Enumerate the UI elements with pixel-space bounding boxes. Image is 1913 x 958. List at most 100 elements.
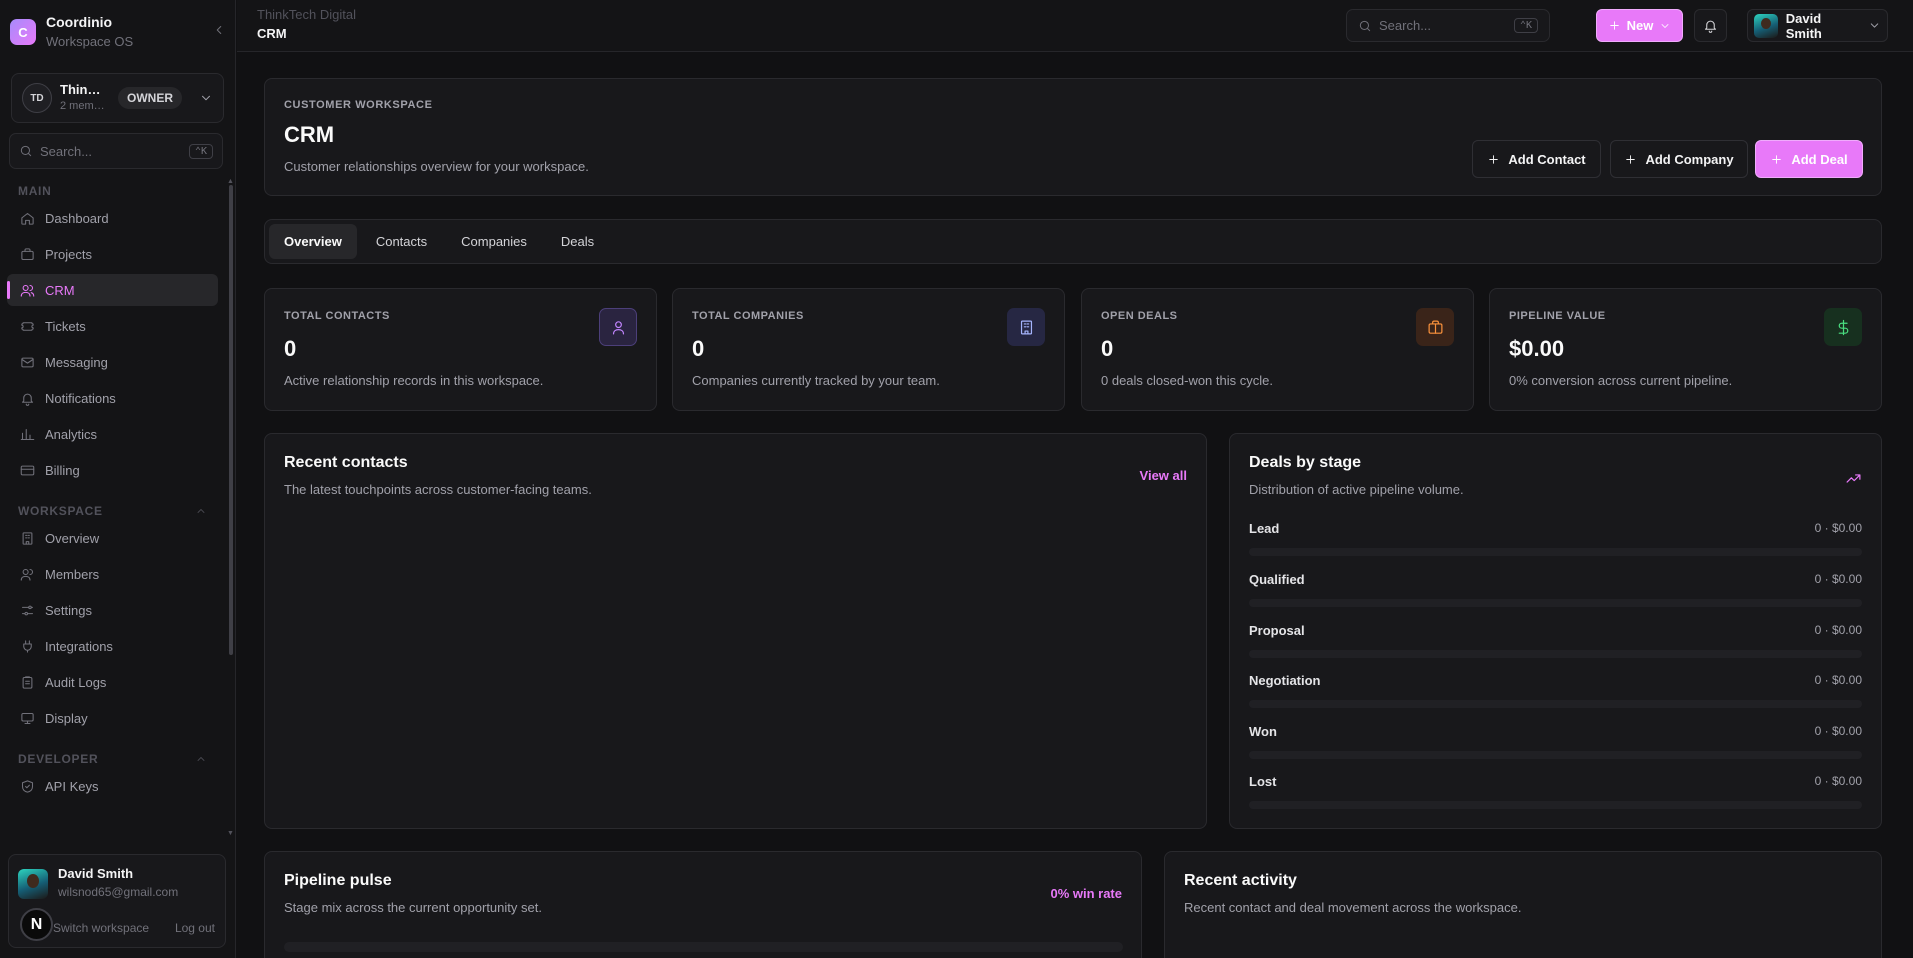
panel-description: The latest touchpoints across customer-f… bbox=[284, 482, 592, 497]
stat-value: 0 bbox=[1101, 336, 1114, 361]
nav-section-label: WORKSPACE bbox=[18, 504, 103, 518]
sidebar-item-projects[interactable]: Projects bbox=[7, 238, 218, 270]
stat-card-total-contacts: TOTAL CONTACTS 0 Active relationship rec… bbox=[264, 288, 657, 411]
sidebar-item-tickets[interactable]: Tickets bbox=[7, 310, 218, 342]
scroll-up-arrow[interactable]: ▲ bbox=[227, 178, 234, 185]
trending-up-icon bbox=[1845, 470, 1862, 487]
collapse-sidebar-icon[interactable] bbox=[212, 23, 226, 37]
sidebar-scrollbar[interactable] bbox=[229, 185, 233, 655]
plus-icon bbox=[1487, 153, 1500, 166]
sidebar-item-display[interactable]: Display bbox=[7, 702, 218, 734]
new-button[interactable]: New bbox=[1596, 9, 1683, 42]
sidebar-item-label: Messaging bbox=[45, 354, 108, 370]
plus-icon bbox=[1770, 153, 1783, 166]
global-search-input[interactable] bbox=[1379, 18, 1499, 33]
user-menu[interactable]: David Smith bbox=[1747, 9, 1888, 42]
sidebar-item-dashboard[interactable]: Dashboard bbox=[7, 202, 218, 234]
panel-description: Stage mix across the current opportunity… bbox=[284, 900, 542, 915]
workspace-meta: 2 members bbox=[60, 100, 106, 112]
sidebar-item-label: Projects bbox=[45, 246, 92, 262]
tab-deals[interactable]: Deals bbox=[546, 224, 609, 259]
sidebar-item-label: Tickets bbox=[45, 318, 86, 334]
home-icon bbox=[20, 211, 35, 226]
stage-bar-track bbox=[1249, 599, 1862, 607]
plug-icon bbox=[20, 639, 35, 654]
sidebar-item-messaging[interactable]: Messaging bbox=[7, 346, 218, 378]
sidebar-item-label: Integrations bbox=[45, 638, 113, 654]
breadcrumb-parent[interactable]: ThinkTech Digital bbox=[257, 7, 356, 22]
stat-hint: Companies currently tracked by your team… bbox=[692, 373, 940, 388]
user-email: wilsnod65@gmail.com bbox=[58, 885, 179, 899]
sidebar-item-label: Dashboard bbox=[45, 210, 109, 226]
sidebar-item-integrations[interactable]: Integrations bbox=[7, 630, 218, 662]
panel-title: Pipeline pulse bbox=[284, 872, 392, 889]
chevron-down-icon bbox=[1659, 20, 1671, 32]
tab-overview[interactable]: Overview bbox=[269, 224, 357, 259]
scroll-down-arrow[interactable]: ▼ bbox=[227, 830, 234, 837]
sidebar-item-settings[interactable]: Settings bbox=[7, 594, 218, 626]
global-search[interactable]: ⌃K bbox=[1346, 9, 1550, 42]
sidebar-item-overview[interactable]: Overview bbox=[7, 522, 218, 554]
view-all-link[interactable]: View all bbox=[1140, 468, 1187, 483]
user-icon bbox=[599, 308, 637, 346]
avatar bbox=[18, 869, 48, 899]
stat-value: 0 bbox=[284, 336, 297, 361]
workspace-name: ThinkTech Digital bbox=[60, 82, 106, 97]
add-deal-label: Add Deal bbox=[1791, 151, 1848, 167]
nav-section-workspace[interactable]: WORKSPACE bbox=[7, 500, 218, 522]
add-deal-button[interactable]: Add Deal bbox=[1755, 140, 1863, 178]
breadcrumb-current: CRM bbox=[257, 26, 287, 41]
stage-value: 0 · $0.00 bbox=[1814, 724, 1862, 738]
notifications-button[interactable] bbox=[1694, 9, 1727, 42]
pipeline-pulse-panel: Pipeline pulse Stage mix across the curr… bbox=[264, 851, 1142, 958]
floating-n-badge[interactable]: N bbox=[20, 908, 53, 941]
brand-name: Coordinio bbox=[46, 14, 113, 30]
recent-activity-panel: Recent activity Recent contact and deal … bbox=[1164, 851, 1882, 958]
workspace-switcher[interactable]: TD ThinkTech Digital 2 members OWNER bbox=[11, 73, 224, 123]
plus-icon bbox=[1624, 153, 1637, 166]
stage-value: 0 · $0.00 bbox=[1814, 623, 1862, 637]
bar-chart-icon bbox=[20, 427, 35, 442]
chevron-down-icon bbox=[1868, 19, 1881, 32]
stage-name: Lead bbox=[1249, 521, 1280, 536]
stat-card-pipeline-value: PIPELINE VALUE $0.00 0% conversion acros… bbox=[1489, 288, 1882, 411]
sidebar-item-billing[interactable]: Billing bbox=[7, 454, 218, 486]
logout-link[interactable]: Log out bbox=[175, 921, 215, 935]
stage-name: Lost bbox=[1249, 774, 1277, 789]
nav-section-label: MAIN bbox=[18, 184, 52, 198]
sidebar-item-members[interactable]: Members bbox=[7, 558, 218, 590]
tab-companies[interactable]: Companies bbox=[446, 224, 542, 259]
sidebar-item-label: Analytics bbox=[45, 426, 98, 442]
sidebar-item-audit-logs[interactable]: Audit Logs bbox=[7, 666, 218, 698]
stage-bar-track bbox=[1249, 650, 1862, 658]
brand[interactable]: C Coordinio Workspace OS bbox=[10, 13, 226, 51]
nav-section-main: MAIN bbox=[7, 180, 218, 202]
stat-label: TOTAL CONTACTS bbox=[284, 310, 390, 322]
sidebar-item-label: Settings bbox=[45, 602, 92, 618]
workspace-avatar: TD bbox=[22, 83, 52, 113]
sidebar-item-crm[interactable]: CRM bbox=[7, 274, 218, 306]
stat-card-open-deals: OPEN DEALS 0 0 deals closed-won this cyc… bbox=[1081, 288, 1474, 411]
sidebar-search[interactable]: ⌃K bbox=[9, 133, 223, 169]
nav-section-developer[interactable]: DEVELOPER bbox=[7, 748, 218, 770]
recent-contacts-panel: Recent contacts The latest touchpoints a… bbox=[264, 433, 1207, 829]
stat-value: $0.00 bbox=[1509, 336, 1565, 361]
sidebar-search-input[interactable] bbox=[40, 143, 170, 159]
sidebar-item-notifications[interactable]: Notifications bbox=[7, 382, 218, 414]
users-icon bbox=[20, 567, 35, 582]
sidebar-item-analytics[interactable]: Analytics bbox=[7, 418, 218, 450]
bell-icon bbox=[1703, 18, 1718, 33]
stat-label: OPEN DEALS bbox=[1101, 310, 1178, 322]
mail-icon bbox=[20, 355, 35, 370]
tab-contacts[interactable]: Contacts bbox=[361, 224, 442, 259]
brand-logo: C bbox=[10, 19, 36, 45]
stat-label: PIPELINE VALUE bbox=[1509, 310, 1606, 322]
stat-label: TOTAL COMPANIES bbox=[692, 310, 804, 322]
switch-workspace-link[interactable]: Switch workspace bbox=[53, 921, 149, 935]
search-icon bbox=[19, 144, 33, 158]
sidebar-item-api-keys[interactable]: API Keys bbox=[7, 770, 218, 802]
user-name: David Smith bbox=[58, 866, 134, 881]
add-company-button[interactable]: Add Company bbox=[1610, 140, 1748, 178]
sidebar-item-label: API Keys bbox=[45, 778, 99, 794]
add-contact-button[interactable]: Add Contact bbox=[1472, 140, 1601, 178]
